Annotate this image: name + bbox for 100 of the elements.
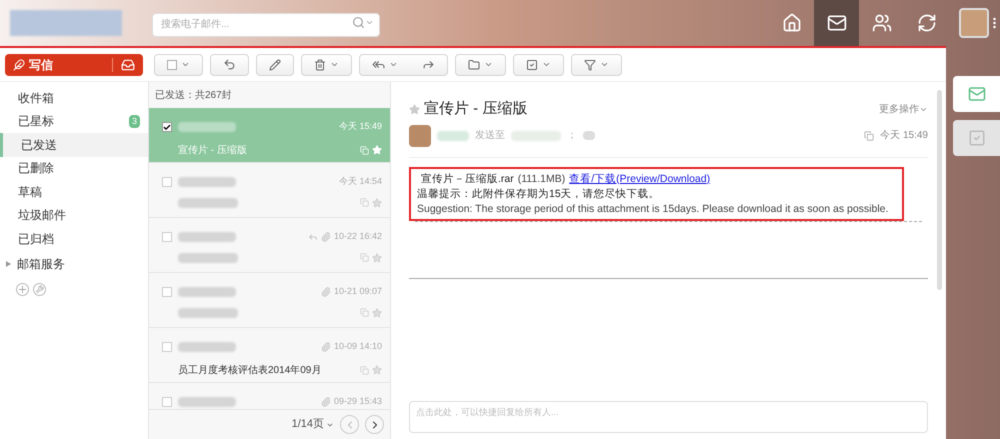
- mail-title: 宣传片 - 压缩版: [424, 99, 528, 119]
- checkbox-icon: [167, 60, 177, 70]
- next-button[interactable]: [365, 415, 384, 434]
- folder-item[interactable]: 已星标 3: [0, 110, 148, 133]
- filter-icon: [584, 58, 596, 70]
- sender-placeholder: [178, 342, 236, 352]
- caret-icon: [600, 60, 609, 69]
- delete-button[interactable]: [301, 54, 352, 76]
- checkbox-icon: [968, 129, 986, 147]
- settings-icon[interactable]: [33, 282, 46, 296]
- checkbox[interactable]: [162, 397, 172, 407]
- caret-icon: [542, 60, 551, 69]
- services-item[interactable]: 邮箱服务: [0, 250, 148, 276]
- page-selector[interactable]: 1/14页: [292, 416, 334, 433]
- sender-placeholder: [437, 130, 469, 140]
- feather-icon: [13, 58, 25, 70]
- download-link[interactable]: 查看/下载(Preview/Download): [569, 172, 710, 188]
- caret-icon: [330, 60, 339, 69]
- compose-button[interactable]: 写信: [5, 54, 143, 76]
- folder-item[interactable]: 草稿: [0, 180, 148, 204]
- sender-placeholder: [178, 122, 236, 132]
- sent-to-label: 发送至: [475, 129, 505, 143]
- reply-all-icon: [372, 58, 385, 71]
- sender-placeholder: [178, 232, 236, 242]
- folder-item[interactable]: 已删除: [0, 156, 148, 180]
- undo-icon: [223, 58, 236, 71]
- reply-field[interactable]: 点击此处，可以快捷回复给所有人...: [409, 401, 928, 433]
- sender-placeholder: [178, 286, 236, 297]
- folder-item[interactable]: 收件箱: [0, 86, 148, 110]
- copy-icon: [864, 130, 874, 140]
- undo-button[interactable]: [210, 54, 249, 76]
- search-icon[interactable]: [352, 16, 365, 29]
- reply-button[interactable]: [359, 54, 448, 76]
- caret-icon: [389, 60, 398, 69]
- add-icon[interactable]: [16, 282, 29, 296]
- checkbox[interactable]: [162, 287, 172, 297]
- separator: ；: [567, 129, 577, 143]
- trash-icon: [314, 58, 326, 70]
- select-button[interactable]: [154, 54, 203, 76]
- subject-placeholder: [178, 252, 238, 262]
- notice-text: Suggestion: The storage period of this attachment is 15days. Please download it as soon as possible.: [417, 203, 890, 216]
- caret-icon: [181, 60, 190, 69]
- count-badge: 3: [128, 114, 140, 128]
- contacts-icon: [872, 13, 892, 33]
- folder-icon: [468, 58, 480, 70]
- checkbox[interactable]: [162, 177, 172, 187]
- filter-button[interactable]: [571, 54, 622, 76]
- star-icon: [372, 145, 382, 155]
- copy-icon: [360, 198, 369, 207]
- nav-tab[interactable]: [814, 0, 859, 46]
- folder-item[interactable]: 垃圾邮件: [0, 204, 148, 227]
- checkbox[interactable]: [162, 122, 172, 132]
- sender-placeholder: [178, 396, 236, 407]
- star-icon: [372, 365, 382, 375]
- message-time: 今天 14:54: [338, 175, 382, 188]
- attachment-size: (111.1MB): [518, 172, 566, 186]
- mail-icon: [968, 85, 986, 103]
- copy-icon: [360, 366, 369, 374]
- forward-icon: [422, 58, 435, 71]
- star-icon: [372, 252, 382, 262]
- more-icon[interactable]: [993, 17, 996, 29]
- copy-icon: [360, 146, 369, 154]
- message-time: 09-29 15:43: [334, 395, 382, 408]
- folder-item[interactable]: 已归档: [0, 227, 148, 250]
- more-actions[interactable]: 更多操作: [879, 102, 928, 117]
- move-button[interactable]: [455, 54, 506, 76]
- mark-button[interactable]: [513, 54, 564, 76]
- expand-icon: [6, 260, 11, 266]
- message-item[interactable]: 10-09 14:10 员工月度考核评估表2014年09月: [149, 328, 390, 383]
- checkbox[interactable]: [162, 232, 172, 242]
- message-subject: 宣传片 - 压缩版: [178, 144, 248, 158]
- check-icon: [163, 122, 171, 132]
- message-time: 10-21 09:07: [334, 285, 382, 298]
- star-icon: [372, 308, 382, 318]
- copy-icon: [360, 253, 369, 262]
- caret-icon: [365, 18, 374, 27]
- edit-button[interactable]: [256, 54, 294, 76]
- star-icon: [372, 198, 382, 208]
- message-time: 今天 15:49: [338, 120, 382, 133]
- copy-icon: [360, 308, 369, 317]
- notice-text: 温馨提示：此附件保存期为15天，请您尽快下载。: [417, 187, 661, 202]
- subject-placeholder: [178, 198, 238, 208]
- mail-icon: [826, 13, 846, 33]
- message-time: 10-09 14:10: [334, 340, 382, 353]
- list-header: 已发送：共267封: [154, 88, 233, 102]
- message-subject: 员工月度考核评估表2014年09月: [178, 364, 322, 378]
- sync-icon: [916, 13, 936, 33]
- caret-icon: [484, 60, 493, 69]
- mail-time: 今天 15:49: [880, 129, 928, 143]
- avatar: [409, 124, 431, 146]
- inbox-icon: [121, 58, 135, 72]
- side-tab[interactable]: [953, 76, 1000, 112]
- search-field[interactable]: 搜索电子邮件...: [152, 12, 380, 36]
- sender-placeholder: [178, 176, 236, 187]
- checkbox[interactable]: [162, 342, 172, 352]
- subject-placeholder: [178, 308, 238, 318]
- star-icon: [409, 104, 420, 115]
- pencil-icon: [269, 58, 281, 70]
- checkbox-icon: [526, 58, 538, 70]
- folder-item[interactable]: 已发送: [0, 133, 148, 156]
